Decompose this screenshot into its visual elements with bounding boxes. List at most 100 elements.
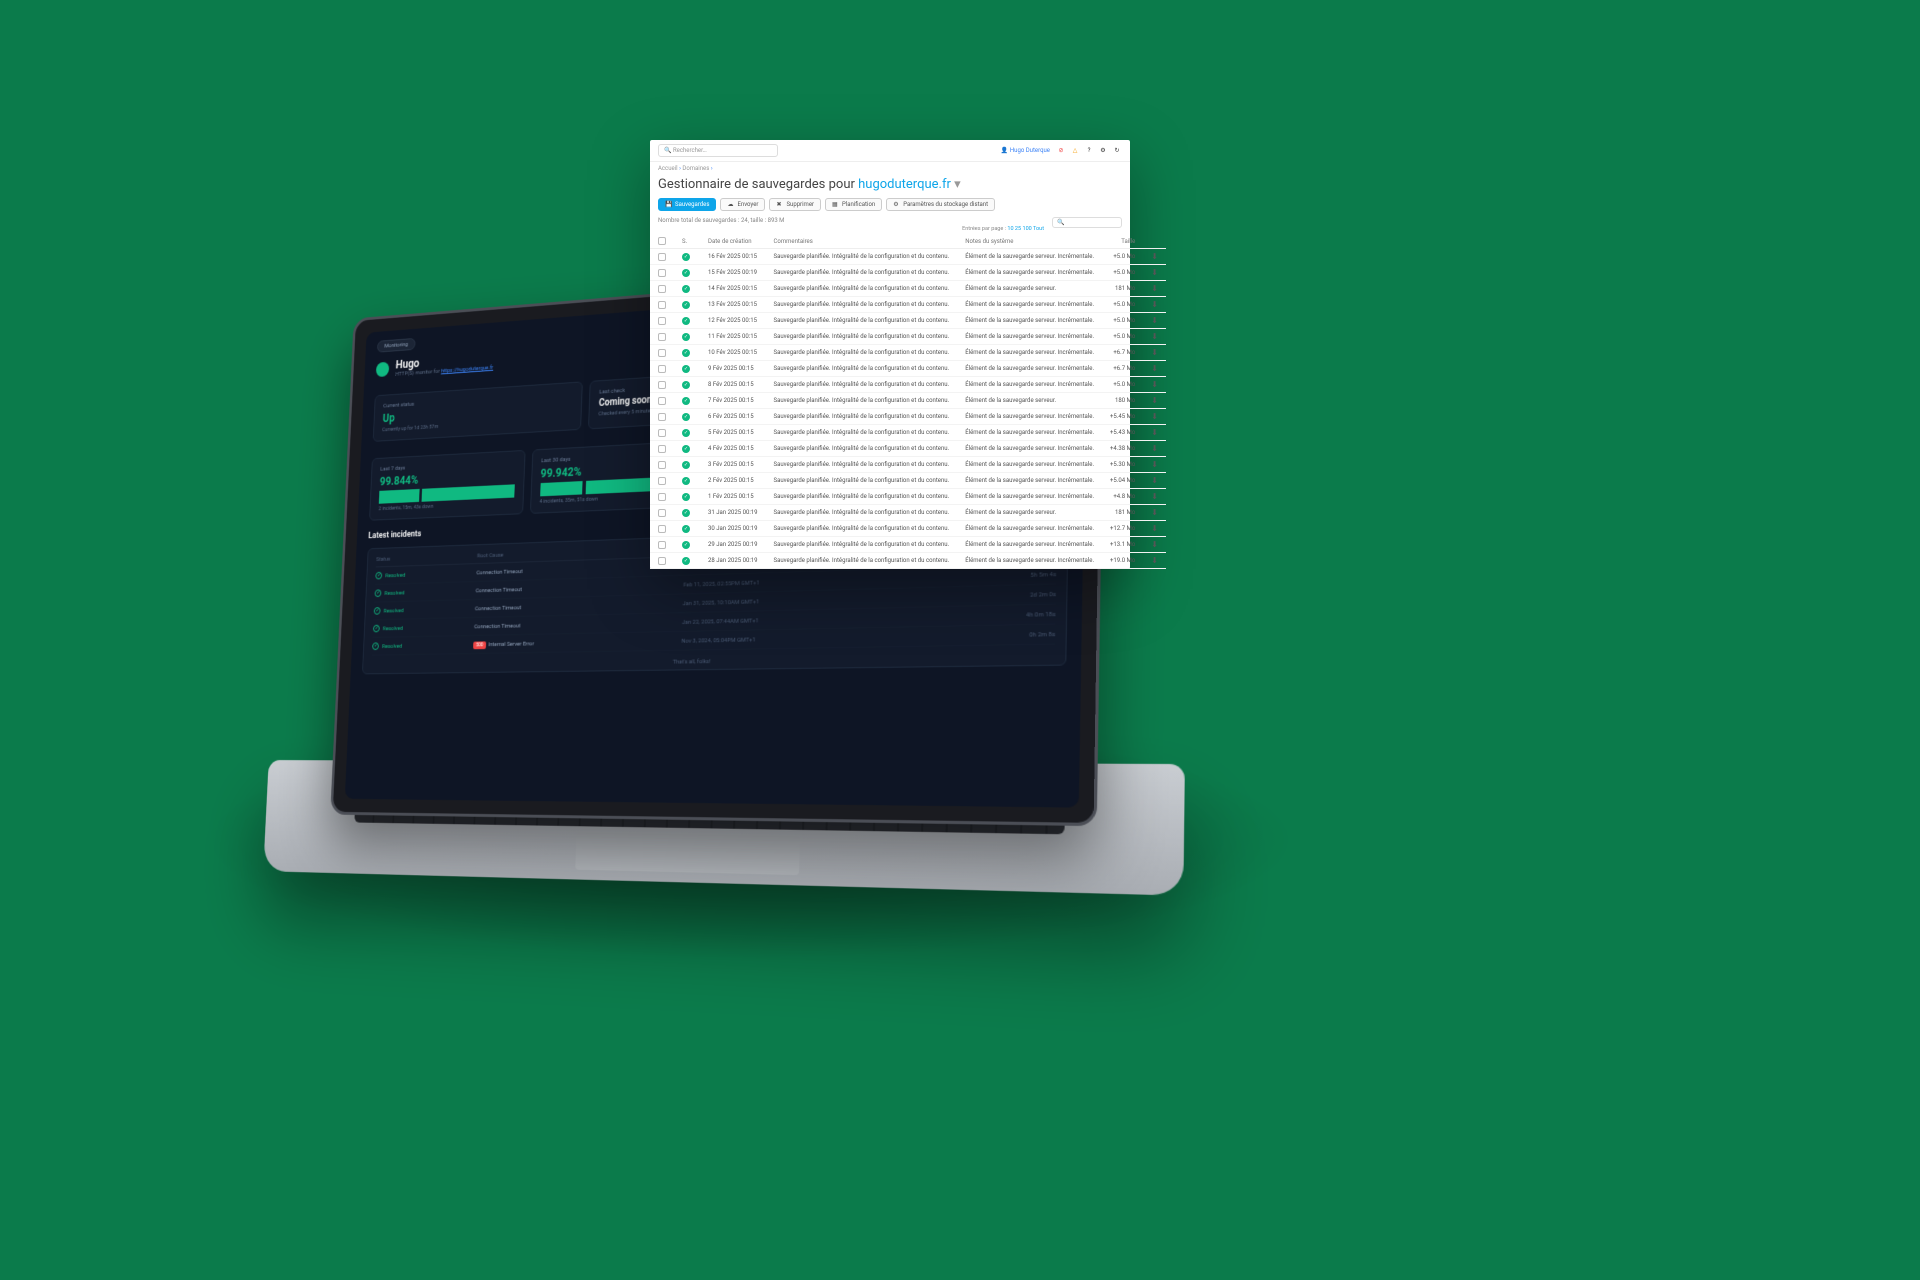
row-checkbox[interactable] [658,413,666,421]
table-row[interactable]: 5 Fév 2025 00:15Sauvegarde planifiée. In… [650,425,1166,441]
download-icon[interactable]: ⬇ [1143,441,1166,457]
search-input[interactable]: 🔍 Rechercher… [658,144,778,157]
backup-date[interactable]: 28 Jan 2025 00:19 [700,553,766,569]
delete-button[interactable]: ✖Supprimer [769,198,821,211]
download-icon[interactable]: ⬇ [1143,393,1166,409]
refresh-icon[interactable]: ↻ [1112,146,1122,156]
download-icon[interactable]: ⬇ [1143,265,1166,281]
download-icon[interactable]: ⬇ [1143,537,1166,553]
table-row[interactable]: 29 Jan 2025 00:19Sauvegarde planifiée. I… [650,537,1166,553]
backup-date[interactable]: 6 Fév 2025 00:15 [700,409,766,425]
row-checkbox[interactable] [658,365,666,373]
download-icon[interactable]: ⬇ [1143,505,1166,521]
table-row[interactable]: 6 Fév 2025 00:15Sauvegarde planifiée. In… [650,409,1166,425]
breadcrumb[interactable]: Accueil › Domaines › [650,162,1130,175]
backup-size[interactable]: +5.0 Mo [1102,329,1143,345]
backup-date[interactable]: 16 Fév 2025 00:15 [700,249,766,265]
table-row[interactable]: 4 Fév 2025 00:15Sauvegarde planifiée. In… [650,441,1166,457]
table-row[interactable]: 11 Fév 2025 00:15Sauvegarde planifiée. I… [650,329,1166,345]
backup-date[interactable]: 5 Fév 2025 00:15 [700,425,766,441]
download-icon[interactable]: ⬇ [1143,457,1166,473]
backup-date[interactable]: 2 Fév 2025 00:15 [700,473,766,489]
backup-size[interactable]: +5.0 Mo [1102,297,1143,313]
table-row[interactable]: 10 Fév 2025 00:15Sauvegarde planifiée. I… [650,345,1166,361]
backup-size[interactable]: +5.0 Mo [1102,265,1143,281]
backup-size[interactable]: +5.04 Mo [1102,473,1143,489]
backup-size[interactable]: +5.0 Mo [1102,313,1143,329]
download-icon[interactable]: ⬇ [1143,425,1166,441]
row-checkbox[interactable] [658,477,666,485]
table-row[interactable]: 8 Fév 2025 00:15Sauvegarde planifiée. In… [650,377,1166,393]
remote-storage-button[interactable]: ⚙Paramètres du stockage distant [886,198,995,211]
backup-date[interactable]: 12 Fév 2025 00:15 [700,313,766,329]
backup-date[interactable]: 1 Fév 2025 00:15 [700,489,766,505]
row-checkbox[interactable] [658,493,666,501]
download-icon[interactable]: ⬇ [1143,313,1166,329]
backup-button[interactable]: 💾Sauvegardes [658,198,716,211]
download-icon[interactable]: ⬇ [1143,473,1166,489]
warning-icon[interactable]: △ [1070,146,1080,156]
table-row[interactable]: 31 Jan 2025 00:19Sauvegarde planifiée. I… [650,505,1166,521]
backup-size[interactable]: 180 Mo [1102,393,1143,409]
table-row[interactable]: 3 Fév 2025 00:15Sauvegarde planifiée. In… [650,457,1166,473]
download-icon[interactable]: ⬇ [1143,521,1166,537]
backup-size[interactable]: +4.8 Mo [1102,489,1143,505]
download-icon[interactable]: ⬇ [1143,489,1166,505]
backup-date[interactable]: 4 Fév 2025 00:15 [700,441,766,457]
table-row[interactable]: 14 Fév 2025 00:15Sauvegarde planifiée. I… [650,281,1166,297]
backup-size[interactable]: +4.38 Mo [1102,441,1143,457]
download-icon[interactable]: ⬇ [1143,281,1166,297]
row-checkbox[interactable] [658,541,666,549]
backup-size[interactable]: +5.0 Mo [1102,249,1143,265]
schedule-button[interactable]: ▦Planification [825,198,882,211]
table-row[interactable]: 28 Jan 2025 00:19Sauvegarde planifiée. I… [650,553,1166,569]
download-icon[interactable]: ⬇ [1143,345,1166,361]
backup-size[interactable]: +19.0 Mo [1102,553,1143,569]
row-checkbox[interactable] [658,381,666,389]
backup-size[interactable]: +13.1 Mo [1102,537,1143,553]
help-icon[interactable]: ? [1084,146,1094,156]
backup-date[interactable]: 29 Jan 2025 00:19 [700,537,766,553]
row-checkbox[interactable] [658,557,666,565]
row-checkbox[interactable] [658,333,666,341]
download-icon[interactable]: ⬇ [1143,377,1166,393]
backup-date[interactable]: 9 Fév 2025 00:15 [700,361,766,377]
backup-date[interactable]: 3 Fév 2025 00:15 [700,457,766,473]
per-page-selector[interactable]: Entrées par page : 10 25 100 Tout [962,226,1044,232]
row-checkbox[interactable] [658,285,666,293]
backup-size[interactable]: +12.7 Mo [1102,521,1143,537]
table-row[interactable]: 7 Fév 2025 00:15Sauvegarde planifiée. In… [650,393,1166,409]
backup-date[interactable]: 11 Fév 2025 00:15 [700,329,766,345]
backup-date[interactable]: 31 Jan 2025 00:19 [700,505,766,521]
row-checkbox[interactable] [658,301,666,309]
backup-size[interactable]: +6.7 Mo [1102,345,1143,361]
download-icon[interactable]: ⬇ [1143,297,1166,313]
row-checkbox[interactable] [658,429,666,437]
row-checkbox[interactable] [658,461,666,469]
row-checkbox[interactable] [658,317,666,325]
table-row[interactable]: 1 Fév 2025 00:15Sauvegarde planifiée. In… [650,489,1166,505]
backup-size[interactable]: +5.45 Mo [1102,409,1143,425]
nav-monitoring-tag[interactable]: Monitoring [377,338,416,353]
backup-size[interactable]: +5.0 Mo [1102,377,1143,393]
table-row[interactable]: 15 Fév 2025 00:19Sauvegarde planifiée. I… [650,265,1166,281]
backup-date[interactable]: 30 Jan 2025 00:19 [700,521,766,537]
download-icon[interactable]: ⬇ [1143,361,1166,377]
download-icon[interactable]: ⬇ [1143,249,1166,265]
backup-date[interactable]: 7 Fév 2025 00:15 [700,393,766,409]
select-all-checkbox[interactable] [658,237,666,245]
table-row[interactable]: 30 Jan 2025 00:19Sauvegarde planifiée. I… [650,521,1166,537]
table-row[interactable]: 13 Fév 2025 00:15Sauvegarde planifiée. I… [650,297,1166,313]
download-icon[interactable]: ⬇ [1143,553,1166,569]
backup-date[interactable]: 14 Fév 2025 00:15 [700,281,766,297]
download-icon[interactable]: ⬇ [1143,329,1166,345]
send-button[interactable]: ☁Envoyer [720,198,765,211]
row-checkbox[interactable] [658,269,666,277]
backup-date[interactable]: 15 Fév 2025 00:19 [700,265,766,281]
row-checkbox[interactable] [658,525,666,533]
settings-icon[interactable]: ⚙ [1098,146,1108,156]
table-row[interactable]: 2 Fév 2025 00:15Sauvegarde planifiée. In… [650,473,1166,489]
table-search-input[interactable]: 🔍 [1052,217,1122,228]
download-icon[interactable]: ⬇ [1143,409,1166,425]
backup-size[interactable]: +6.7 Mo [1102,361,1143,377]
